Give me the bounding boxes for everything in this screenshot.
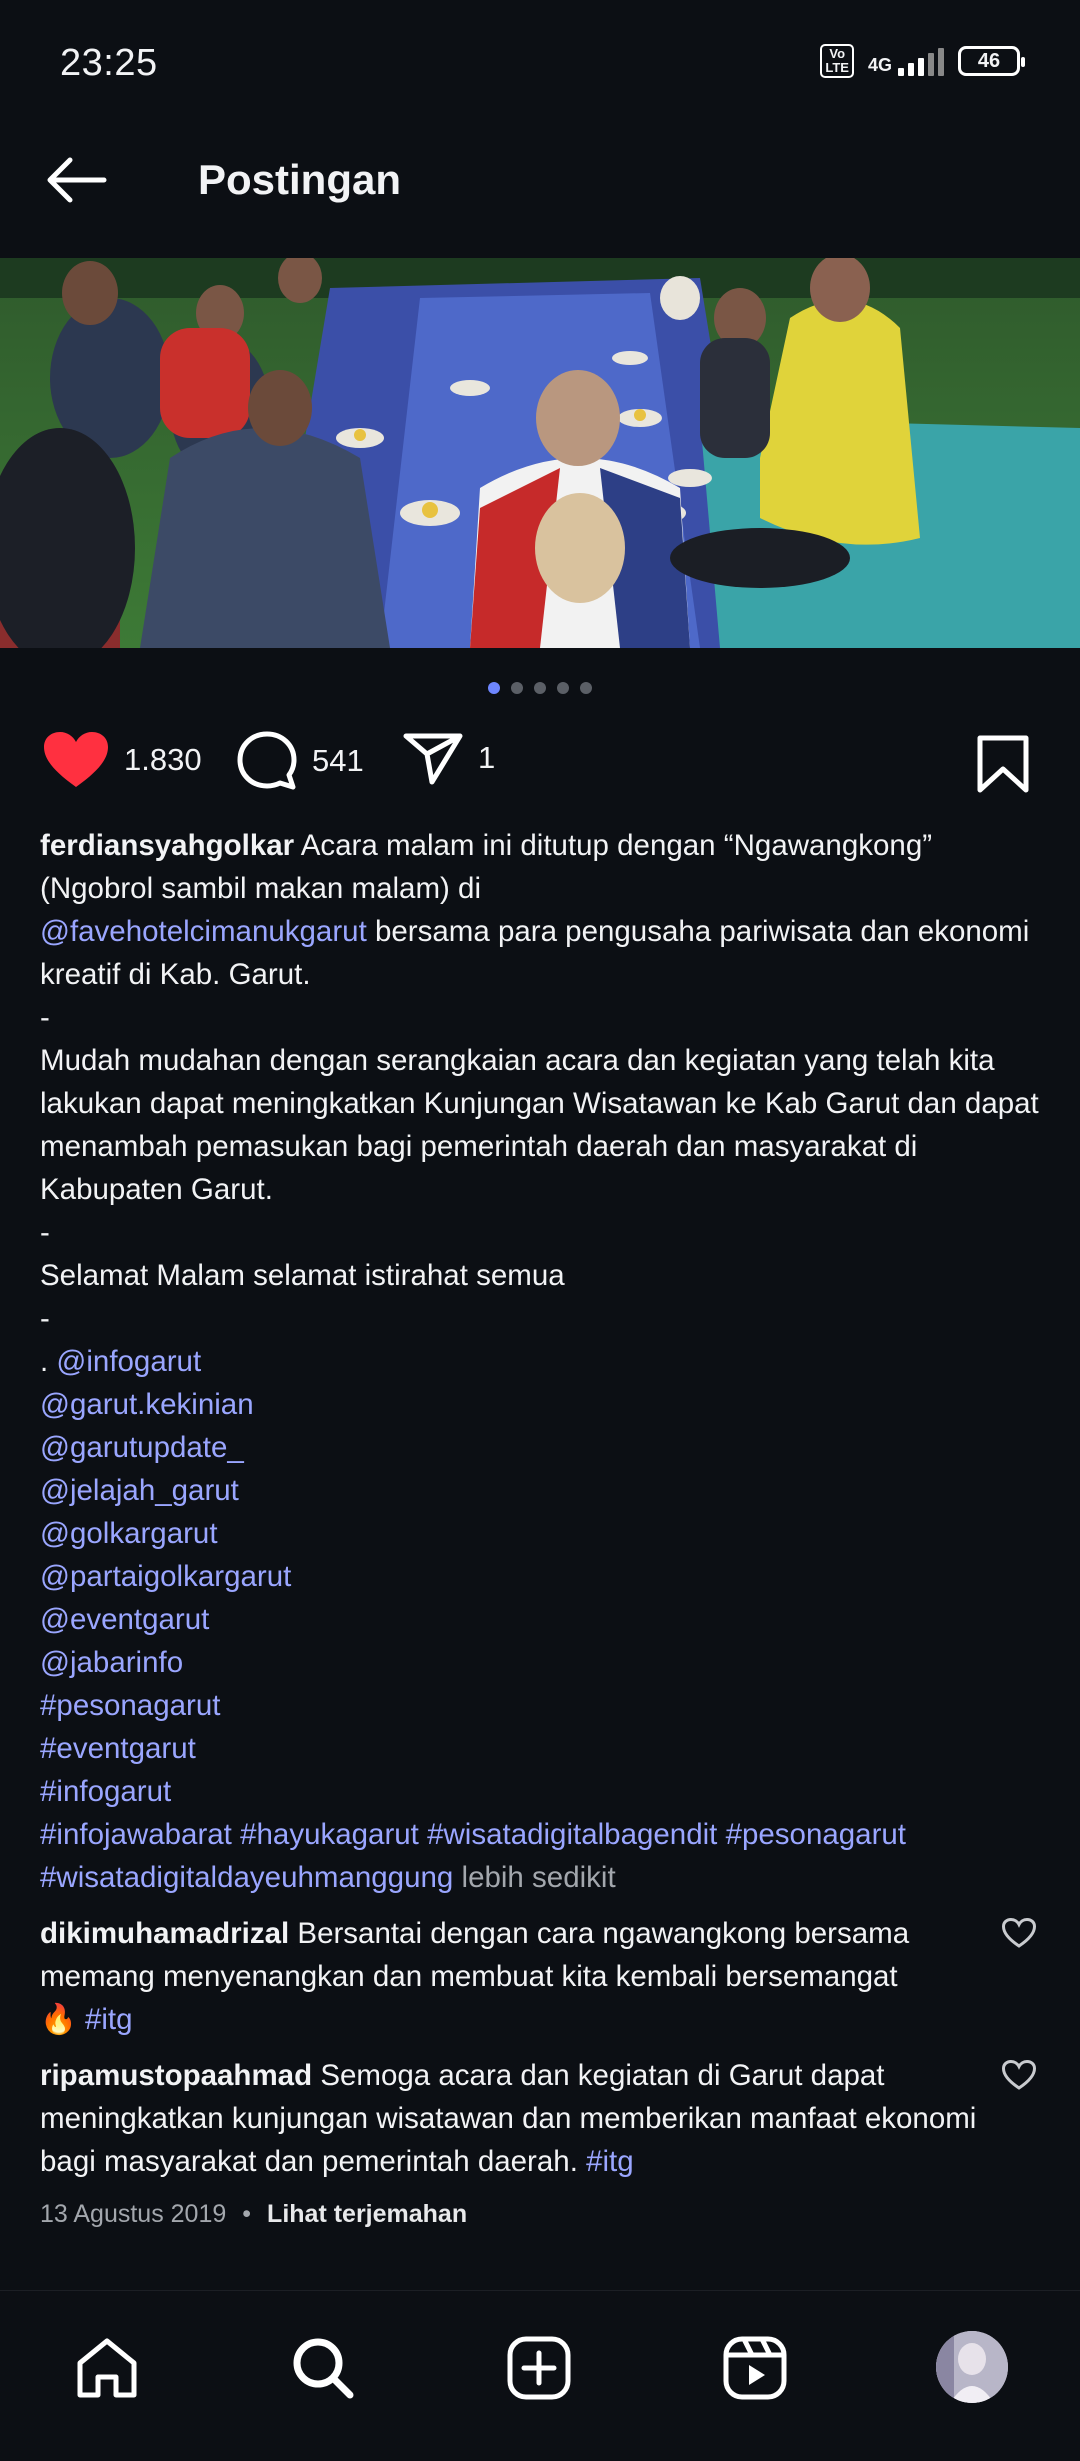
like-count: 1.830: [124, 742, 202, 777]
home-icon: [77, 2338, 137, 2398]
status-icons: Vo LTE 4G 46: [820, 44, 1025, 78]
caption-tag[interactable]: #pesonagarut: [726, 1818, 906, 1851]
carousel-dot: [511, 682, 523, 694]
caption-tag[interactable]: @jelajah_garut: [40, 1469, 1050, 1512]
caption-username[interactable]: ferdiansyahgolkar: [40, 829, 294, 862]
carousel-indicator: [0, 682, 1080, 694]
caption-mention[interactable]: @favehotelcimanukgarut: [40, 915, 367, 948]
post-image[interactable]: [0, 258, 1080, 648]
caption-tag[interactable]: #pesonagarut: [40, 1684, 1050, 1727]
caption-tag[interactable]: @garutupdate_: [40, 1426, 1050, 1469]
carousel-dot: [557, 682, 569, 694]
comment-like-button[interactable]: [1001, 1917, 1037, 1953]
comment-item: dikimuhamadrizal Bersantai dengan cara n…: [40, 1912, 1000, 2041]
caption-tag[interactable]: @golkargarut: [40, 1512, 1050, 1555]
network-type: 4G: [867, 55, 892, 75]
bottom-navigation: [0, 2290, 1080, 2461]
caption-tag[interactable]: @partaigolkargarut: [40, 1555, 1050, 1598]
heart-filled-icon: [44, 732, 108, 787]
caption-tag[interactable]: #infojawabarat: [40, 1818, 232, 1851]
comment-username[interactable]: dikimuhamadrizal: [40, 1917, 289, 1950]
caption-paragraph: Mudah mudahan dengan serangkaian acara d…: [40, 1044, 1039, 1206]
back-button[interactable]: [40, 152, 110, 208]
comment-like-button[interactable]: [1001, 2059, 1037, 2095]
nav-create[interactable]: [506, 2335, 572, 2406]
caption-dot: .: [40, 1345, 57, 1378]
caption-tag[interactable]: @garut.kekinian: [40, 1383, 1050, 1426]
profile-avatar: [936, 2331, 1008, 2403]
caption-paragraph: Selamat Malam selamat istirahat semua: [40, 1259, 565, 1292]
comment-tag[interactable]: #itg: [85, 2003, 133, 2036]
status-bar: 23:25 Vo LTE 4G 46: [0, 0, 1080, 120]
translate-link[interactable]: Lihat terjemahan: [267, 2200, 467, 2229]
carousel-dot: [580, 682, 592, 694]
share-count: 1: [478, 740, 496, 775]
create-icon: [507, 2336, 571, 2400]
battery-icon: 46: [958, 46, 1025, 76]
caption-separator: -: [40, 1302, 50, 1335]
volte-icon: Vo LTE: [820, 44, 854, 78]
top-bar: Postingan: [0, 130, 1080, 230]
comment-username[interactable]: ripamustopaahmad: [40, 2059, 312, 2092]
carousel-dot: [534, 682, 546, 694]
caption-separator: -: [40, 1216, 50, 1249]
carousel-dot-active: [488, 682, 500, 694]
post-date: 13 Agustus 2019: [40, 2200, 227, 2228]
caption-tag[interactable]: #wisatadigitalbagendit: [427, 1818, 717, 1851]
battery-level: 46: [977, 49, 1001, 72]
nav-home[interactable]: [74, 2335, 140, 2406]
caption-tag[interactable]: @jabarinfo: [40, 1641, 1050, 1684]
caption-tag[interactable]: #hayukagarut: [240, 1818, 419, 1851]
comment-count: 541: [312, 743, 364, 778]
nav-search[interactable]: [290, 2335, 356, 2406]
reels-icon: [723, 2336, 787, 2400]
send-icon: [403, 733, 463, 785]
comment-icon: [237, 731, 297, 790]
like-button[interactable]: 1.830: [42, 730, 202, 790]
caption-tag[interactable]: #eventgarut: [40, 1727, 1050, 1770]
caption-separator: -: [40, 1001, 50, 1034]
caption-tag[interactable]: #infogarut: [40, 1770, 1050, 1813]
status-time: 23:25: [60, 42, 158, 84]
less-button[interactable]: lebih sedikit: [462, 1861, 616, 1894]
post-photo: [0, 258, 1080, 648]
signal-icon: 4G: [868, 46, 944, 76]
heart-outline-icon: [1001, 2059, 1037, 2090]
search-icon: [293, 2338, 354, 2399]
save-button[interactable]: [976, 734, 1030, 799]
post-actions: 1.830 541 1: [0, 730, 1080, 800]
comment-item: ripamustopaahmad Semoga acara dan kegiat…: [40, 2054, 1000, 2183]
post-meta: 13 Agustus 2019 • Lihat terjemahan: [40, 2200, 467, 2229]
share-button[interactable]: 1: [402, 730, 495, 786]
comment-button[interactable]: 541: [236, 730, 364, 792]
post-caption: ferdiansyahgolkar Acara malam ini ditutu…: [40, 824, 1050, 1899]
nav-reels[interactable]: [722, 2335, 788, 2406]
page-title: Postingan: [198, 156, 402, 203]
comment-tag[interactable]: #itg: [586, 2145, 634, 2178]
fire-emoji: 🔥: [40, 2003, 77, 2036]
bookmark-icon: [977, 735, 1029, 793]
nav-profile[interactable]: [936, 2331, 1008, 2403]
arrow-left-icon: [47, 157, 107, 203]
caption-tag[interactable]: #wisatadigitaldayeuhmanggung: [40, 1861, 453, 1894]
heart-outline-icon: [1001, 1917, 1037, 1948]
caption-tag[interactable]: @eventgarut: [40, 1598, 1050, 1641]
meta-separator: •: [242, 2200, 252, 2228]
caption-tag[interactable]: @infogarut: [56, 1345, 201, 1378]
